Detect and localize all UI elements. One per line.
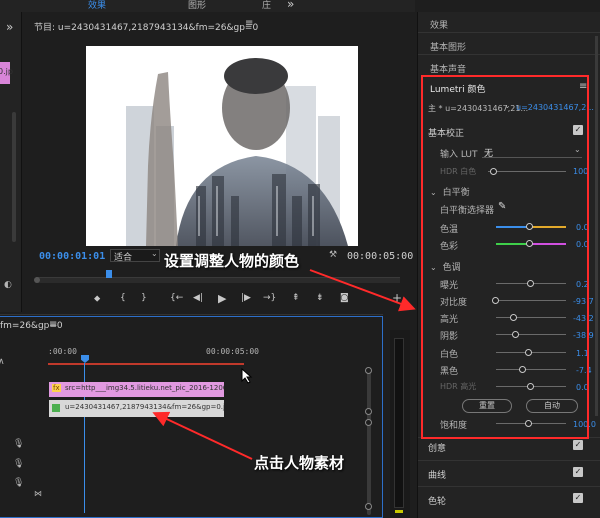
workspace-overflow-icon[interactable]: » bbox=[287, 0, 294, 11]
video-frame[interactable] bbox=[86, 46, 358, 246]
color-wheels-header[interactable]: 色轮 bbox=[428, 494, 446, 507]
playhead-marker[interactable] bbox=[106, 270, 112, 278]
duration-timecode: 00:00:05:00 bbox=[347, 251, 414, 262]
fit-dropdown[interactable]: 适合 ⌄ bbox=[110, 249, 160, 263]
right-panel-scrollbar[interactable] bbox=[595, 36, 598, 416]
panel-divider bbox=[418, 460, 600, 461]
lumetri-highlight-box bbox=[421, 75, 589, 439]
audio-meter bbox=[390, 330, 410, 518]
project-item[interactable]: 0.jp bbox=[0, 62, 13, 84]
curves-checkbox[interactable]: ✓ bbox=[573, 467, 583, 477]
wrench-icon[interactable]: ◐ bbox=[4, 280, 12, 290]
top-bar: 效果 图形 庄 » bbox=[0, 0, 415, 12]
wrench-icon[interactable]: ⚒ bbox=[329, 250, 337, 260]
add-button-icon[interactable]: + bbox=[392, 291, 402, 305]
top-tab[interactable]: 庄 bbox=[262, 0, 271, 11]
creative-checkbox[interactable]: ✓ bbox=[573, 440, 583, 450]
camera-icon[interactable]: ◙ bbox=[340, 293, 349, 303]
step-forward-icon[interactable]: |▶ bbox=[241, 293, 251, 303]
meter-base bbox=[395, 510, 403, 513]
annotation-bottom: 点击人物素材 bbox=[254, 454, 345, 472]
current-timecode[interactable]: 00:00:01:01 bbox=[39, 251, 105, 262]
panel-divider bbox=[418, 32, 600, 33]
person-city-image bbox=[126, 58, 348, 246]
active-panel-outline bbox=[0, 316, 383, 518]
panel-overflow-icon[interactable]: » bbox=[6, 20, 13, 34]
extract-icon[interactable]: ⇟ bbox=[316, 293, 324, 303]
left-scrollbar[interactable] bbox=[12, 112, 16, 242]
project-item-label: 0.jp bbox=[0, 67, 13, 76]
top-tab[interactable]: 效果 bbox=[88, 0, 106, 11]
mouse-cursor bbox=[241, 368, 253, 384]
top-tab[interactable]: 图形 bbox=[188, 0, 206, 11]
go-to-out-icon[interactable]: →} bbox=[263, 293, 276, 303]
lift-icon[interactable]: ⇞ bbox=[292, 293, 300, 303]
mark-out-icon[interactable]: } bbox=[141, 293, 147, 303]
play-icon[interactable]: ▶ bbox=[218, 292, 226, 305]
curves-header[interactable]: 曲线 bbox=[428, 468, 446, 481]
panel-divider bbox=[418, 486, 600, 487]
panel-tab-essential-sound[interactable]: 基本声音 bbox=[430, 62, 466, 75]
panel-tab-essential-graphics[interactable]: 基本图形 bbox=[430, 40, 466, 53]
go-to-in-icon[interactable]: {← bbox=[170, 293, 183, 303]
mark-in-icon[interactable]: { bbox=[120, 293, 126, 303]
chevron-down-icon: ⌄ bbox=[151, 249, 158, 258]
step-back-icon[interactable]: ◀| bbox=[193, 293, 203, 303]
add-marker-icon[interactable]: ⬥ bbox=[94, 294, 100, 304]
left-panel: » 0.jp ◐ bbox=[0, 12, 22, 312]
annotation-top: 设置调整人物的颜色 bbox=[164, 252, 300, 270]
panel-menu-icon[interactable]: ≡ bbox=[245, 18, 253, 29]
panel-tab-effects[interactable]: 效果 bbox=[430, 18, 448, 31]
program-monitor-title: 节目: u=2430431467,2187943134&fm=26&gp=0 bbox=[34, 23, 259, 33]
fit-dropdown-label: 适合 bbox=[114, 253, 133, 263]
panel-divider bbox=[418, 54, 600, 55]
creative-header[interactable]: 创意 bbox=[428, 441, 446, 454]
color-wheels-checkbox[interactable]: ✓ bbox=[573, 493, 583, 503]
scrub-bar-end-left[interactable] bbox=[34, 277, 40, 283]
scrub-bar[interactable] bbox=[36, 277, 400, 283]
meter-channel bbox=[394, 338, 404, 508]
